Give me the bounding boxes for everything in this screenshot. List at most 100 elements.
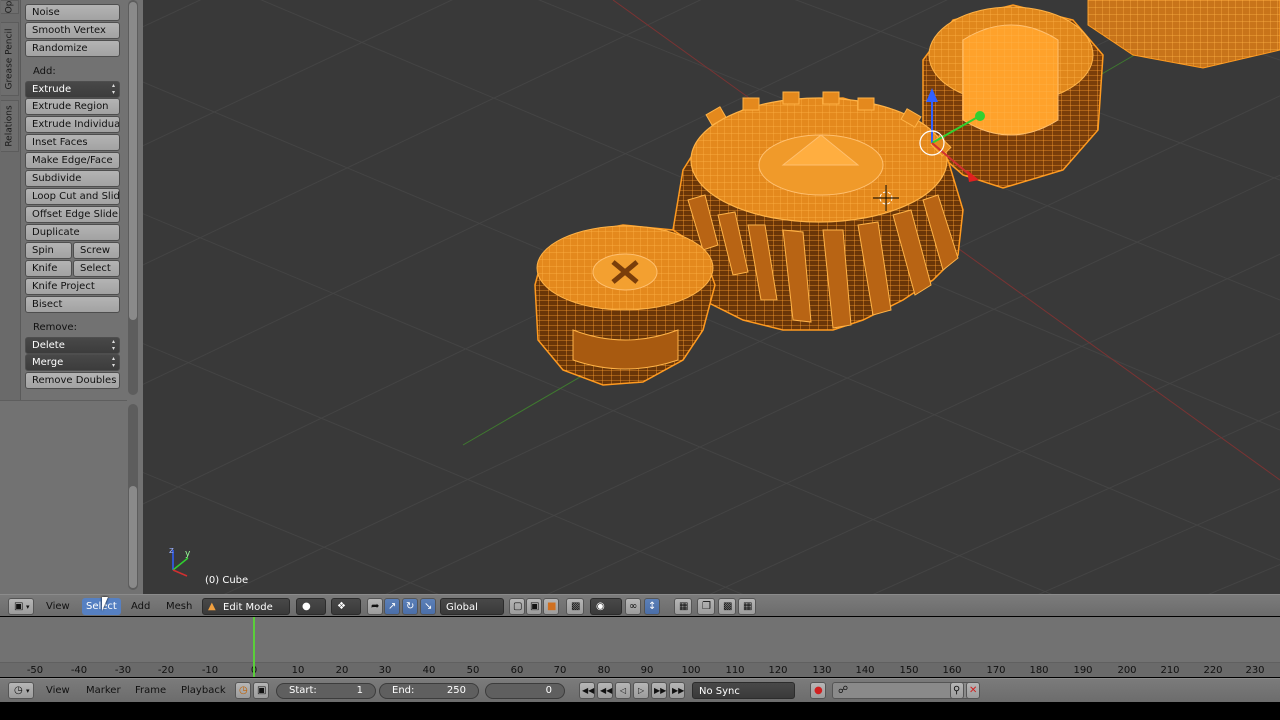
snap-element-button[interactable]: ↕ — [644, 598, 660, 615]
key-icon: ⚲ — [953, 685, 961, 696]
inset-faces-button[interactable]: Inset Faces — [25, 134, 120, 151]
marker-menu[interactable]: Marker — [82, 682, 125, 699]
randomize-button[interactable]: Randomize — [25, 40, 120, 57]
orientation-dropdown[interactable]: Global — [440, 598, 504, 615]
render-preview-button[interactable]: ▦ — [674, 598, 692, 615]
jump-start-button[interactable]: ◀◀ — [579, 682, 595, 699]
current-frame-value: 0 — [545, 685, 552, 696]
copy-button[interactable]: ❐ — [697, 598, 715, 615]
screw-button[interactable]: Screw — [73, 242, 120, 259]
extrude-individual-button[interactable]: Extrude Individual — [25, 116, 120, 133]
current-frame-field[interactable]: 0 — [485, 683, 565, 699]
3d-viewport[interactable]: z y (0) Cube — [143, 0, 1280, 594]
extrude-dropdown[interactable]: Extrude — [25, 81, 120, 98]
mesh-gear[interactable] — [672, 91, 964, 331]
knife-project-button[interactable]: Knife Project — [25, 278, 120, 295]
offset-edge-slide-button[interactable]: Offset Edge Slide — [25, 206, 120, 223]
pivot-point-dropdown[interactable]: ❖ — [331, 598, 361, 615]
mesh-menu[interactable]: Mesh — [162, 598, 196, 615]
knife-button[interactable]: Knife — [25, 260, 72, 277]
limit-selection-button[interactable]: ▩ — [566, 598, 584, 615]
editor-type-button[interactable]: ▣ ▾ — [8, 598, 34, 615]
play-reverse-button[interactable]: ◁ — [615, 682, 631, 699]
timeline-ruler[interactable]: -50 -40 -30 -20 -10 0 10 20 30 40 50 60 … — [0, 662, 1280, 677]
auto-keying-button[interactable]: ● — [810, 682, 826, 699]
manipulator-toggle-button[interactable]: ➦ — [367, 598, 383, 615]
mesh-hex-nut[interactable] — [922, 4, 1104, 189]
shading-sphere-icon: ● — [302, 601, 311, 612]
current-frame-playhead[interactable] — [253, 617, 255, 677]
subdivide-button[interactable]: Subdivide — [25, 170, 120, 187]
playback-menu[interactable]: Playback — [177, 682, 230, 699]
tab-relations[interactable]: Relations — [1, 100, 19, 152]
film-icon: ▦ — [743, 601, 753, 612]
jump-keyframe-forward-button[interactable]: ▶▶ — [651, 682, 667, 699]
ruler-tick: 230 — [1245, 665, 1265, 676]
y-arrow-icon — [975, 111, 985, 121]
face-select-button[interactable]: ■ — [543, 598, 559, 615]
lock-range-button[interactable]: ▣ — [253, 682, 269, 699]
view-menu[interactable]: View — [42, 598, 74, 615]
duplicate-button[interactable]: Duplicate — [25, 224, 120, 241]
mesh-round-nut[interactable] — [534, 224, 716, 386]
viewport-shading-dropdown[interactable]: ● — [296, 598, 326, 615]
smooth-vertex-button[interactable]: Smooth Vertex — [25, 22, 120, 39]
start-value: 1 — [356, 685, 363, 696]
translate-manipulator-button[interactable]: ↗ — [384, 598, 400, 615]
end-value: 250 — [446, 685, 466, 696]
timeline-view-menu[interactable]: View — [42, 682, 74, 699]
insert-keyframe-button[interactable]: ⚲ — [950, 682, 964, 699]
mode-label: Edit Mode — [223, 602, 273, 613]
jump-end-button[interactable]: ▶▶ — [669, 682, 685, 699]
vertex-select-button[interactable]: ▢ — [509, 598, 525, 615]
scale-manipulator-button[interactable]: ↘ — [420, 598, 436, 615]
scale-icon: ↘ — [424, 601, 433, 612]
ruler-tick: 60 — [510, 665, 524, 676]
chevron-down-icon: ▾ — [26, 687, 30, 695]
remove-doubles-button[interactable]: Remove Doubles — [25, 372, 120, 389]
make-edge-face-button[interactable]: Make Edge/Face — [25, 152, 120, 169]
tab-grease-pencil[interactable]: Grease Pencil — [1, 22, 19, 96]
ruler-tick: 70 — [553, 665, 567, 676]
rotate-manipulator-button[interactable]: ↻ — [402, 598, 418, 615]
extrude-region-button[interactable]: Extrude Region — [25, 98, 120, 115]
mode-dropdown[interactable]: ▲ Edit Mode — [202, 598, 290, 615]
delete-keyframe-button[interactable]: ✕ — [966, 682, 980, 699]
jump-keyframe-back-button[interactable]: ◀◀ — [597, 682, 613, 699]
ruler-tick: -50 — [26, 665, 44, 676]
timeline-editor-type-button[interactable]: ◷ ▾ — [8, 682, 34, 699]
lower-shelf-panel — [0, 400, 127, 594]
delete-dropdown[interactable]: Delete — [25, 337, 120, 354]
timeline-editor[interactable]: -50 -40 -30 -20 -10 0 10 20 30 40 50 60 … — [0, 617, 1280, 677]
spin-button[interactable]: Spin — [25, 242, 72, 259]
noise-button[interactable]: Noise — [25, 4, 120, 21]
end-frame-field[interactable]: End: 250 — [379, 683, 479, 699]
start-frame-field[interactable]: Start: 1 — [276, 683, 376, 699]
add-menu[interactable]: Add — [127, 598, 154, 615]
snap-toggle-button[interactable]: ∞ — [625, 598, 641, 615]
ruler-tick: 220 — [1203, 665, 1223, 676]
ruler-tick: 170 — [986, 665, 1006, 676]
occlude-icon: ▩ — [571, 601, 581, 612]
knife-select-button[interactable]: Select — [73, 260, 120, 277]
keying-set-icon: ☍ — [838, 685, 849, 696]
mesh-nut-back[interactable] — [1087, 0, 1280, 69]
loop-cut-slide-button[interactable]: Loop Cut and Slide — [25, 188, 120, 205]
tab-options[interactable]: Op — [1, 0, 19, 14]
ruler-tick: 130 — [812, 665, 832, 676]
opengl-animation-button[interactable]: ▦ — [738, 598, 756, 615]
ruler-tick: 30 — [378, 665, 392, 676]
timeline-track-area[interactable] — [0, 617, 1280, 662]
preview-range-button[interactable]: ◷ — [235, 682, 251, 699]
opengl-render-button[interactable]: ▩ — [718, 598, 736, 615]
merge-dropdown[interactable]: Merge — [25, 354, 120, 371]
frame-menu[interactable]: Frame — [131, 682, 170, 699]
play-button[interactable]: ▷ — [633, 682, 649, 699]
bisect-button[interactable]: Bisect — [25, 296, 120, 313]
edge-select-button[interactable]: ▣ — [526, 598, 542, 615]
lower-scrollbar-thumb[interactable] — [129, 486, 137, 588]
jump-start-icon: ◀◀ — [582, 686, 595, 695]
shelf-scrollbar-thumb[interactable] — [129, 2, 137, 320]
sync-mode-dropdown[interactable]: No Sync — [692, 682, 795, 699]
proportional-edit-dropdown[interactable]: ◉ — [590, 598, 622, 615]
